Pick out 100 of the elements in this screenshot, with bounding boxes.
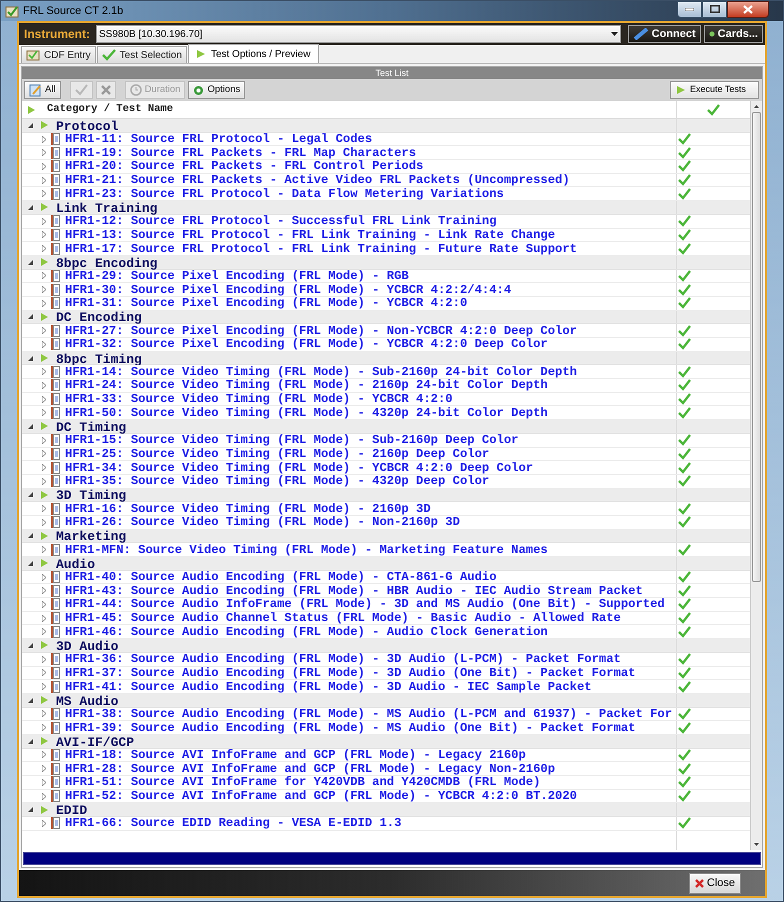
checkmark-icon[interactable] bbox=[678, 146, 691, 159]
checkmark-icon[interactable] bbox=[678, 228, 691, 241]
close-button[interactable]: Close bbox=[688, 872, 741, 894]
test-name[interactable]: HFR1-44: Source Audio InfoFrame (FRL Mode) - 3D and MS Audio (One Bit) - Supported bbox=[65, 597, 665, 612]
test-name[interactable]: HFR1-32: Source Pixel Encoding (FRL Mode) - YCBCR 4:2:0 Deep Color bbox=[65, 337, 548, 352]
test-name[interactable]: HFR1-15: Source Video Timing (FRL Mode) - Sub-2160p Deep Color bbox=[65, 433, 518, 448]
test-name[interactable]: HFR1-16: Source Video Timing (FRL Mode) - 2160p 3D bbox=[65, 502, 431, 516]
checkmark-icon[interactable] bbox=[678, 544, 691, 556]
category-name[interactable]: Link Training bbox=[56, 202, 158, 216]
collapse-arrow-icon[interactable] bbox=[28, 260, 33, 265]
test-name[interactable]: HFR1-24: Source Video Timing (FRL Mode) - 2160p 24-bit Color Depth bbox=[65, 378, 548, 392]
checkmark-icon[interactable] bbox=[678, 653, 691, 666]
test-name[interactable]: HFR1-30: Source Pixel Encoding (FRL Mode) - YCBCR 4:2:2/4:4:4 bbox=[65, 282, 512, 297]
execute-tests-button[interactable]: Execute Tests bbox=[670, 81, 759, 99]
checkmark-icon[interactable] bbox=[678, 160, 691, 172]
checkmark-icon[interactable] bbox=[678, 502, 691, 515]
test-name[interactable]: HFR1-41: Source Audio Encoding (FRL Mode) - 3D Audio - IEC Sample Packet bbox=[65, 680, 592, 694]
checkmark-icon[interactable] bbox=[678, 475, 691, 488]
collapse-arrow-icon[interactable] bbox=[28, 533, 33, 538]
checkmark-icon[interactable] bbox=[678, 680, 691, 693]
test-name[interactable]: HFR1-35: Source Video Timing (FRL Mode) - 4320p Deep Color bbox=[65, 474, 490, 488]
checkmark-icon[interactable] bbox=[678, 215, 691, 228]
maximize-button[interactable] bbox=[702, 0, 727, 18]
checkmark-icon[interactable] bbox=[678, 366, 691, 378]
collapse-arrow-icon[interactable] bbox=[28, 807, 33, 812]
checkmark-icon[interactable] bbox=[678, 722, 691, 734]
checkmark-icon[interactable] bbox=[678, 748, 691, 761]
checkmark-icon[interactable] bbox=[707, 104, 720, 116]
tab[interactable]: CDF Entry bbox=[21, 46, 96, 63]
checkmark-icon[interactable] bbox=[678, 188, 691, 200]
collapse-arrow-icon[interactable] bbox=[28, 492, 33, 498]
test-name[interactable]: HFR1-13: Source FRL Protocol - FRL Link Training - Link Rate Change bbox=[65, 228, 556, 242]
test-name[interactable]: HFR1-43: Source Audio Encoding (FRL Mode) - HBR Audio - IEC Audio Stream Packet bbox=[65, 584, 643, 598]
category-name[interactable]: 3D Audio bbox=[56, 640, 118, 654]
test-name[interactable]: HFR1-25: Source Video Timing (FRL Mode) - 2160p Deep Color bbox=[65, 446, 490, 461]
checkmark-icon[interactable] bbox=[678, 571, 691, 584]
test-name[interactable]: HFR1-14: Source Video Timing (FRL Mode) - Sub-2160p 24-bit Color Depth bbox=[65, 364, 577, 379]
close-window-button[interactable] bbox=[727, 0, 769, 18]
category-name[interactable]: Marketing bbox=[56, 530, 126, 544]
category-name[interactable]: DC Timing bbox=[56, 420, 126, 435]
test-name[interactable]: HFR1-28: Source AVI InfoFrame and GCP (FRL Mode) - Legacy Non-2160p bbox=[65, 762, 556, 776]
collapse-arrow-icon[interactable] bbox=[28, 560, 33, 566]
category-name[interactable]: EDID bbox=[56, 804, 88, 818]
collapse-arrow-icon[interactable] bbox=[28, 314, 33, 320]
test-name[interactable]: HFR1-50: Source Video Timing (FRL Mode) - 4320p 24-bit Color Depth bbox=[65, 406, 548, 420]
test-name[interactable]: HFR1-27: Source Pixel Encoding (FRL Mode) - Non-YCBCR 4:2:0 Deep Color bbox=[65, 324, 577, 338]
test-name[interactable]: HFR1-45: Source Audio Channel Status (FRL Mode) - Basic Audio - Allowed Rate bbox=[65, 611, 621, 626]
collapse-arrow-icon[interactable] bbox=[28, 642, 33, 648]
test-name[interactable]: HFR1-40: Source Audio Encoding (FRL Mode) - CTA-861-G Audio bbox=[65, 570, 497, 584]
checkmark-icon[interactable] bbox=[678, 434, 691, 446]
checkmark-icon[interactable] bbox=[678, 817, 691, 830]
category-name[interactable]: Audio bbox=[56, 558, 96, 572]
checkmark-icon[interactable] bbox=[678, 379, 691, 392]
cards-button[interactable]: Cards... bbox=[704, 25, 763, 43]
test-name[interactable]: HFR1-19: Source FRL Packets - FRL Map Characters bbox=[65, 146, 416, 160]
category-name[interactable]: MS Audio bbox=[56, 694, 118, 709]
checkmark-icon[interactable] bbox=[678, 270, 691, 282]
test-name[interactable]: HFR1-21: Source FRL Packets - Active Video FRL Packets (Uncompressed) bbox=[65, 173, 570, 188]
category-name[interactable]: 8bpc Encoding bbox=[56, 256, 158, 271]
test-name[interactable]: HFR1-29: Source Pixel Encoding (FRL Mode) - RGB bbox=[65, 268, 409, 283]
checkmark-icon[interactable] bbox=[678, 284, 691, 296]
test-name[interactable]: HFR1-66: Source EDID Reading - VESA E-EDID 1.3 bbox=[65, 816, 402, 830]
checkmark-icon[interactable] bbox=[678, 324, 691, 337]
test-name[interactable]: HFR1-17: Source FRL Protocol - FRL Link Training - Future Rate Support bbox=[65, 242, 577, 256]
test-name[interactable]: HFR1-23: Source FRL Protocol - Data Flow Metering Variations bbox=[65, 186, 504, 201]
checkmark-icon[interactable] bbox=[678, 762, 691, 775]
expand-arrow-icon[interactable] bbox=[42, 820, 46, 827]
collapse-arrow-icon[interactable] bbox=[28, 122, 33, 128]
checkmark-icon[interactable] bbox=[678, 516, 691, 528]
instrument-dropdown[interactable]: SS980B [10.30.196.70] bbox=[96, 25, 621, 43]
checkmark-icon[interactable] bbox=[678, 584, 691, 597]
options-button[interactable]: Options bbox=[188, 81, 246, 99]
checkmark-icon[interactable] bbox=[678, 297, 691, 310]
test-name[interactable]: HFR1-39: Source Audio Encoding (FRL Mode) - MS Audio (One Bit) - Packet Format bbox=[65, 720, 636, 735]
checkmark-icon[interactable] bbox=[678, 133, 691, 146]
checkmark-icon[interactable] bbox=[678, 626, 691, 638]
test-name[interactable]: HFR1-36: Source Audio Encoding (FRL Mode) - 3D Audio (L-PCM) - Packet Format bbox=[65, 652, 621, 666]
test-name[interactable]: HFR1-33: Source Video Timing (FRL Mode) - YCBCR 4:2:0 bbox=[65, 392, 453, 406]
connect-button[interactable]: Connect bbox=[628, 25, 701, 43]
test-name[interactable]: HFR1-38: Source Audio Encoding (FRL Mode) - MS Audio (L-PCM and 61937) - Packet For bbox=[65, 706, 672, 721]
collapse-arrow-icon[interactable] bbox=[28, 738, 33, 744]
collapse-arrow-icon[interactable] bbox=[28, 698, 33, 703]
category-name[interactable]: Protocol bbox=[56, 120, 118, 134]
tab[interactable]: Test Options / Preview bbox=[188, 44, 320, 63]
collapse-arrow-icon[interactable] bbox=[28, 204, 33, 210]
checkmark-icon[interactable] bbox=[678, 666, 691, 679]
test-name[interactable]: HFR1-20: Source FRL Packets - FRL Control Periods bbox=[65, 159, 424, 174]
test-name[interactable]: HFR1-11: Source FRL Protocol - Legal Codes bbox=[65, 132, 372, 146]
checkmark-icon[interactable] bbox=[678, 406, 691, 419]
test-name[interactable]: HFR1-MFN: Source Video Timing (FRL Mode) - Marketing Feature Names bbox=[65, 542, 548, 557]
category-name[interactable]: DC Encoding bbox=[56, 311, 142, 326]
collapse-arrow-icon[interactable] bbox=[28, 356, 33, 361]
category-name[interactable]: 3D Timing bbox=[56, 489, 126, 504]
checkmark-icon[interactable] bbox=[678, 448, 691, 460]
checkmark-icon[interactable] bbox=[678, 598, 691, 610]
category-name[interactable]: AVI-IF/GCP bbox=[56, 736, 134, 750]
test-name[interactable]: HFR1-18: Source AVI InfoFrame and GCP (FRL Mode) - Legacy 2160p bbox=[65, 748, 526, 762]
collapse-arrow-icon[interactable] bbox=[28, 424, 33, 429]
select-all-button[interactable]: All bbox=[24, 81, 61, 99]
test-name[interactable]: HFR1-46: Source Audio Encoding (FRL Mode) - Audio Clock Generation bbox=[65, 624, 548, 639]
